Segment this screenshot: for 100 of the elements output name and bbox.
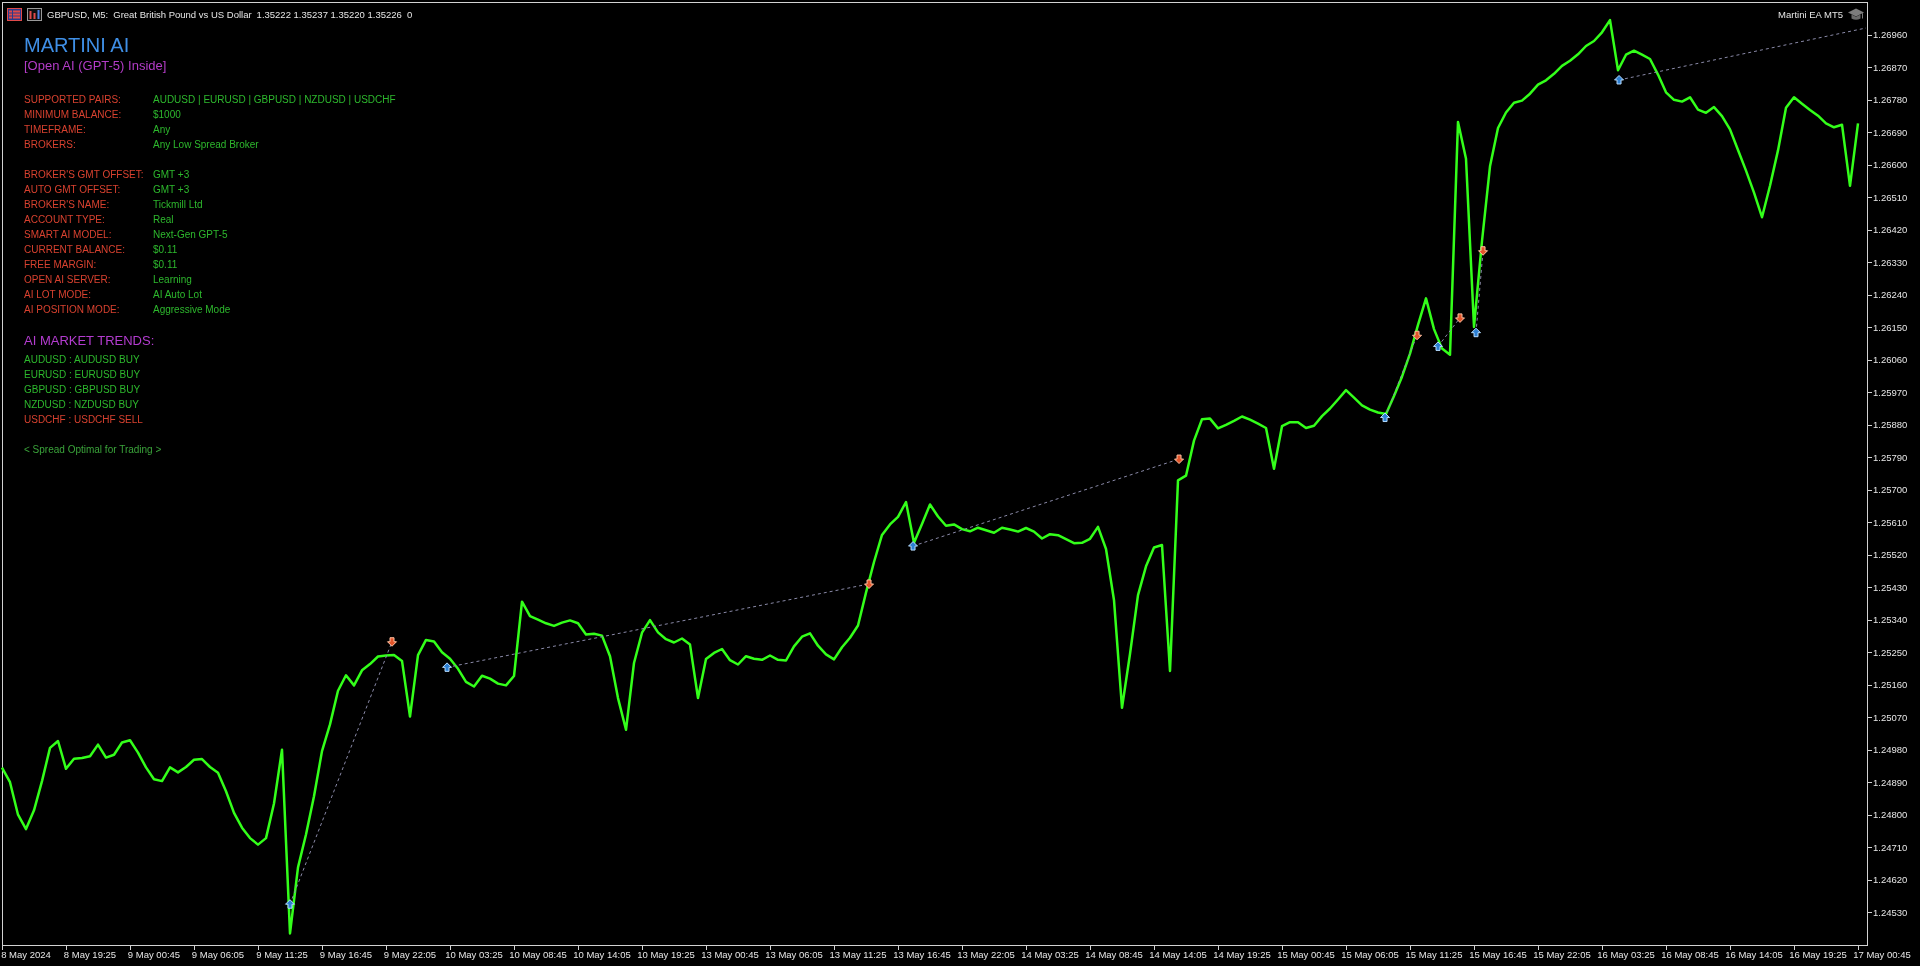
time-axis-label: 13 May 16:45 [893, 949, 951, 960]
down-arrow-icon [1412, 330, 1423, 341]
time-axis-label: 16 May 03:25 [1597, 949, 1655, 960]
up-arrow-icon [908, 541, 919, 551]
time-axis-label: 10 May 14:05 [573, 949, 631, 960]
info-label: BROKERS: [24, 138, 77, 152]
time-axis-label: 15 May 16:45 [1469, 949, 1527, 960]
info-label: AI LOT MODE: [24, 288, 93, 302]
time-axis-label: 17 May 00:45 [1853, 949, 1911, 960]
info-label: OPEN AI SERVER: [24, 273, 112, 287]
info-value: Real [153, 213, 174, 227]
time-axis-label: 9 May 11:25 [256, 949, 308, 960]
time-axis-label: 8 May 2024 [1, 949, 51, 960]
info-value: AUDUSD | EURUSD | GBPUSD | NZDUSD | USDCHF [153, 93, 396, 107]
down-arrow-icon [864, 579, 875, 589]
info-label: MINIMUM BALANCE: [24, 108, 123, 122]
volume-value: 0 [406, 8, 413, 20]
info-value: $1000 [153, 108, 181, 122]
price-quotes: 1.35222 1.35237 1.35220 1.35226 [256, 8, 402, 20]
price-axis-label: 1.24890 [1873, 776, 1908, 788]
info-value: Next-Gen GPT-5 [153, 228, 228, 242]
time-axis-label: 13 May 00:45 [701, 949, 759, 960]
time-axis-label: 16 May 19:25 [1789, 949, 1847, 960]
price-axis-label: 1.26600 [1873, 159, 1908, 171]
trend-signal: EURUSD : EURUSD BUY [24, 367, 141, 382]
info-value: GMT +3 [153, 183, 190, 197]
price-axis-label: 1.26420 [1873, 224, 1908, 236]
up-arrow-icon [1433, 341, 1443, 351]
time-axis-label: 15 May 06:05 [1341, 949, 1399, 960]
price-axis-label: 1.25340 [1873, 614, 1908, 626]
trend-signal: USDCHF : USDCHF SELL [24, 412, 143, 427]
price-axis-label: 1.26060 [1873, 354, 1908, 366]
info-label: AI POSITION MODE: [24, 303, 121, 317]
info-label: SUPPORTED PAIRS: [24, 93, 122, 107]
panel-title: MARTINI AI [24, 33, 130, 57]
price-axis-label: 1.26870 [1873, 61, 1908, 73]
bar-chart-icon [27, 7, 42, 21]
price-axis-label: 1.26510 [1873, 191, 1908, 203]
price-axis-label: 1.25520 [1873, 549, 1908, 561]
info-value: Learning [153, 273, 192, 287]
time-axis-label: 8 May 19:25 [63, 949, 117, 960]
time-axis-label: 9 May 22:05 [383, 949, 437, 960]
price-axis-label: 1.26330 [1873, 256, 1908, 268]
down-arrow-icon [1478, 246, 1489, 256]
time-axis-label: 15 May 11:25 [1405, 949, 1463, 960]
up-arrow-icon [1380, 412, 1391, 423]
info-value: $0.11 [153, 258, 178, 272]
graduation-cap-icon [1848, 7, 1864, 21]
price-axis-label: 1.26690 [1873, 126, 1908, 138]
time-axis-label: 15 May 22:05 [1533, 949, 1591, 960]
info-label: BROKER'S NAME: [24, 198, 111, 212]
time-axis-label: 13 May 22:05 [957, 949, 1015, 960]
info-value: $0.11 [153, 243, 178, 257]
time-axis-label: 9 May 00:45 [127, 949, 181, 960]
spread-status: < Spread Optimal for Trading > [24, 442, 162, 457]
time-axis-label: 13 May 06:05 [765, 949, 823, 960]
price-axis-label: 1.25700 [1873, 484, 1908, 496]
price-axis-label: 1.25160 [1873, 679, 1908, 691]
down-arrow-icon [1455, 313, 1465, 323]
down-arrow-icon [387, 637, 397, 647]
info-value: Any Low Spread Broker [153, 138, 259, 152]
time-axis-label: 16 May 14:05 [1725, 949, 1783, 960]
trend-signal: NZDUSD : NZDUSD BUY [24, 397, 139, 412]
price-axis-label: 1.24530 [1873, 906, 1908, 918]
price-axis-label: 1.26150 [1873, 321, 1908, 333]
time-axis-label: 13 May 11:25 [829, 949, 887, 960]
info-label: SMART AI MODEL: [24, 228, 113, 242]
price-axis-label: 1.24710 [1873, 841, 1908, 853]
info-label: FREE MARGIN: [24, 258, 98, 272]
info-label: AUTO GMT OFFSET: [24, 183, 122, 197]
table-icon [7, 7, 22, 21]
expert-name: Martini EA MT5 [1778, 8, 1843, 20]
trend-signal: AUDUSD : AUDUSD BUY [24, 352, 140, 367]
up-arrow-icon [1614, 75, 1625, 85]
price-axis-label: 1.25070 [1873, 711, 1908, 723]
time-axis-label: 16 May 08:45 [1661, 949, 1719, 960]
info-value: Aggressive Mode [153, 303, 231, 317]
time-axis-label: 10 May 08:45 [509, 949, 567, 960]
time-axis-label: 14 May 14:05 [1149, 949, 1207, 960]
price-axis-label: 1.26960 [1873, 29, 1908, 41]
time-axis-label: 10 May 03:25 [445, 949, 503, 960]
price-axis-label: 1.25430 [1873, 581, 1908, 593]
time-axis-label: 10 May 19:25 [637, 949, 695, 960]
panel-subtitle: [Open AI (GPT-5) Inside] [24, 57, 167, 75]
symbol-label: GBPUSD, M5: [47, 8, 109, 20]
price-axis-label: 1.25610 [1873, 516, 1908, 528]
trends-heading: AI MARKET TRENDS: [24, 331, 155, 350]
up-arrow-icon [442, 662, 453, 672]
trend-signal: GBPUSD : GBPUSD BUY [24, 382, 141, 397]
price-axis-label: 1.24980 [1873, 744, 1908, 756]
time-axis-label: 14 May 03:25 [1021, 949, 1079, 960]
up-arrow-icon [285, 899, 295, 909]
info-label: TIMEFRAME: [24, 123, 87, 137]
price-axis-label: 1.25790 [1873, 451, 1908, 463]
price-axis-label: 1.25970 [1873, 386, 1908, 398]
price-axis-label: 1.26240 [1873, 289, 1908, 301]
time-axis-label: 15 May 00:45 [1277, 949, 1335, 960]
up-arrow-icon [1471, 327, 1481, 338]
time-axis-label: 9 May 06:05 [191, 949, 245, 960]
price-axis-label: 1.25880 [1873, 419, 1908, 431]
